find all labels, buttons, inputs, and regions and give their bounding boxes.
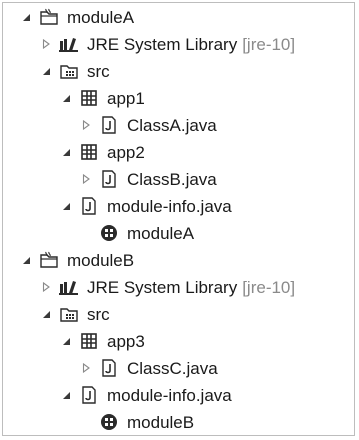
tree-item[interactable]: moduleB [3, 247, 354, 273]
java-file-icon [99, 169, 119, 189]
expand-twisty-icon[interactable] [39, 280, 53, 294]
expand-twisty-icon[interactable] [79, 172, 93, 186]
tree-item-label: ClassC.java [127, 358, 218, 378]
package-icon [79, 142, 99, 162]
library-icon [59, 34, 79, 54]
tree-item-label: JRE System Library [87, 277, 238, 297]
source-folder-icon [59, 304, 79, 324]
module-icon [99, 412, 119, 432]
tree-item-label: module-info.java [107, 385, 232, 405]
collapse-twisty-icon[interactable] [39, 307, 53, 321]
collapse-twisty-icon[interactable] [19, 10, 33, 24]
java-file-icon [79, 385, 99, 405]
tree-item-label: ClassB.java [127, 169, 217, 189]
tree-item-label: moduleA [67, 7, 135, 27]
tree-item[interactable]: moduleA [3, 4, 354, 30]
java-file-icon [79, 196, 99, 216]
tree-item-label: JRE System Library [87, 34, 238, 54]
collapse-twisty-icon[interactable] [59, 145, 73, 159]
tree-item-label: src [87, 304, 110, 324]
source-folder-icon [59, 61, 79, 81]
tree-item-label: moduleA [127, 223, 195, 243]
tree-item[interactable]: src [3, 301, 354, 327]
package-icon [79, 88, 99, 108]
tree-item[interactable]: app1 [3, 85, 354, 111]
tree-item-label: src [87, 61, 110, 81]
tree-item[interactable]: moduleA [3, 220, 354, 246]
tree-item[interactable]: app3 [3, 328, 354, 354]
tree-item[interactable]: JRE System Library [jre-10] [3, 274, 354, 300]
expand-twisty-icon[interactable] [79, 118, 93, 132]
library-icon [59, 277, 79, 297]
package-icon [79, 331, 99, 351]
tree-item[interactable]: ClassB.java [3, 166, 354, 192]
collapse-twisty-icon[interactable] [59, 388, 73, 402]
java-project-icon [39, 250, 59, 270]
java-file-icon [99, 115, 119, 135]
tree-item-label: app1 [107, 88, 145, 108]
collapse-twisty-icon[interactable] [59, 91, 73, 105]
tree-item[interactable]: module-info.java [3, 193, 354, 219]
expand-twisty-icon[interactable] [79, 361, 93, 375]
expand-twisty-icon[interactable] [39, 37, 53, 51]
tree-item[interactable]: moduleB [3, 409, 354, 435]
tree-item[interactable]: app2 [3, 139, 354, 165]
tree-item[interactable]: JRE System Library [jre-10] [3, 31, 354, 57]
tree-item-label: app2 [107, 142, 145, 162]
collapse-twisty-icon[interactable] [59, 199, 73, 213]
tree-item-label: moduleB [127, 412, 195, 432]
collapse-twisty-icon[interactable] [59, 334, 73, 348]
tree-item[interactable]: ClassA.java [3, 112, 354, 138]
tree-item[interactable]: src [3, 58, 354, 84]
collapse-twisty-icon[interactable] [39, 64, 53, 78]
tree-item-label: module-info.java [107, 196, 232, 216]
java-project-icon [39, 7, 59, 27]
tree-item-label: moduleB [67, 250, 135, 270]
tree-item[interactable]: ClassC.java [3, 355, 354, 381]
package-explorer-tree-panel: moduleA JRE System Library [jre-10] src app1… [2, 2, 355, 436]
tree-item-decoration: [jre-10] [242, 277, 296, 297]
module-icon [99, 223, 119, 243]
project-tree: moduleA JRE System Library [jre-10] src app1… [3, 3, 354, 435]
tree-item-label: ClassA.java [127, 115, 217, 135]
java-file-icon [99, 358, 119, 378]
collapse-twisty-icon[interactable] [19, 253, 33, 267]
tree-item[interactable]: module-info.java [3, 382, 354, 408]
tree-item-decoration: [jre-10] [242, 34, 296, 54]
tree-item-label: app3 [107, 331, 145, 351]
